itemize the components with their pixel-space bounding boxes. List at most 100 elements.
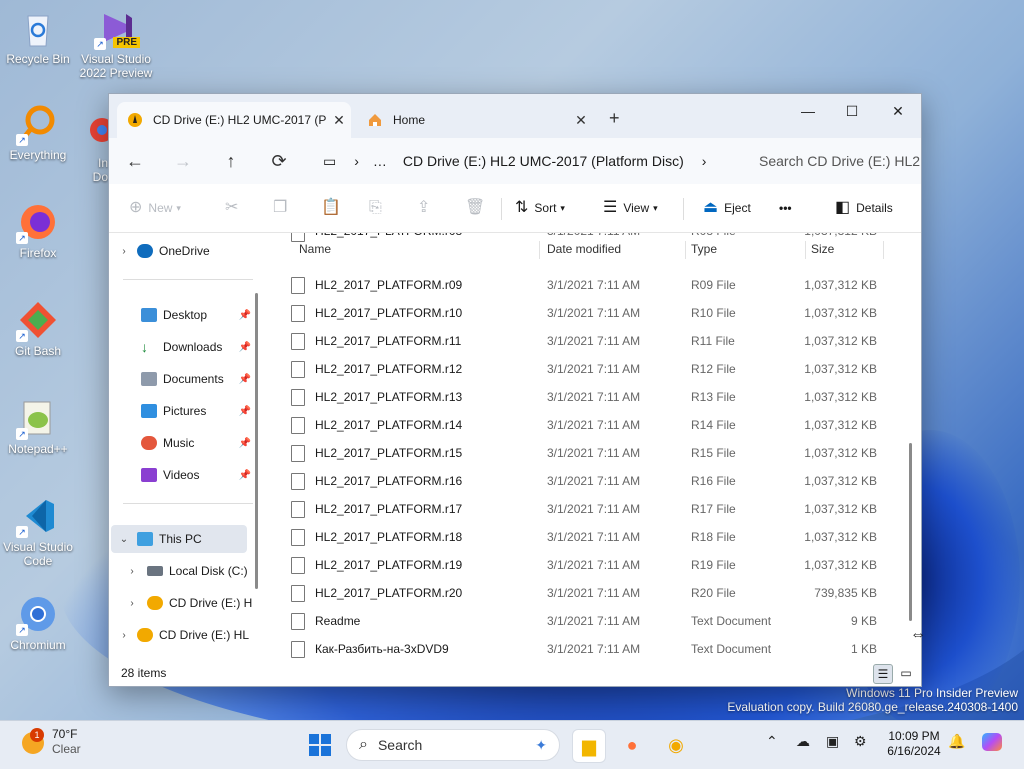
file-row[interactable]: HL2_2017_PLATFORM.r15 3/1/2021 7:11 AM R15… xyxy=(283,439,883,467)
hard-drive-icon xyxy=(147,566,163,576)
windows-logo-icon xyxy=(309,734,331,756)
nav-item-desktop[interactable]: Desktop 📌 xyxy=(109,301,257,329)
desktop-icon-vscode[interactable]: ↗ Visual Studio Code xyxy=(0,496,76,568)
shortcut-arrow-icon: ↗ xyxy=(16,330,28,342)
display-icon[interactable]: ▣ xyxy=(826,733,839,750)
file-row[interactable]: HL2_2017_PLATFORM.r10 3/1/2021 7:11 AM R10… xyxy=(283,299,883,327)
file-row[interactable]: HL2_2017_PLATFORM.r09 3/1/2021 7:11 AM R09… xyxy=(283,271,883,299)
minimize-button[interactable]: — xyxy=(785,98,831,124)
column-divider[interactable] xyxy=(883,241,884,259)
cd-autoplay-taskbar-button[interactable]: ◉ xyxy=(660,729,692,761)
copilot-icon[interactable] xyxy=(982,733,1002,754)
nav-item-music[interactable]: Music 📌 xyxy=(109,429,257,457)
share-button[interactable]: ⇪ xyxy=(417,196,436,220)
nav-item-onedrive[interactable]: › OneDrive xyxy=(109,237,257,265)
nav-item-cd-drive-root[interactable]: › CD Drive (E:) HL xyxy=(109,621,257,649)
desktop-icon-recycle-bin[interactable]: Recycle Bin xyxy=(0,8,76,66)
network-icon[interactable]: ☁ xyxy=(796,733,810,750)
tab-cd-drive[interactable]: CD Drive (E:) HL2 UMC-2017 (P ✕ xyxy=(117,102,351,138)
refresh-button[interactable]: ⟳ xyxy=(265,148,293,174)
up-button[interactable]: ↑ xyxy=(217,148,245,174)
file-row[interactable]: Как-Разбить-на-3xDVD9 3/1/2021 7:11 AM Tex… xyxy=(283,635,883,661)
taskbar-search[interactable]: ⌕ Search ✦ xyxy=(346,729,560,761)
chevron-right-icon[interactable]: › xyxy=(125,598,139,609)
file-row[interactable]: HL2_2017_PLATFORM.r14 3/1/2021 7:11 AM R14… xyxy=(283,411,883,439)
file-row[interactable]: HL2_2017_PLATFORM.r20 3/1/2021 7:11 AM R20… xyxy=(283,579,883,607)
back-button[interactable]: ← xyxy=(121,148,149,174)
desktop-icon-firefox[interactable]: ↗ Firefox xyxy=(0,202,76,260)
file-row[interactable]: HL2_2017_PLATFORM.r18 3/1/2021 7:11 AM R18… xyxy=(283,523,883,551)
desktop-icon-visual-studio[interactable]: PRE ↗ Visual Studio 2022 Preview xyxy=(78,8,154,80)
file-explorer-taskbar-button[interactable]: ▆ xyxy=(572,729,606,763)
file-row[interactable]: HL2_2017_PLATFORM.r11 3/1/2021 7:11 AM R11… xyxy=(283,327,883,355)
search-input[interactable]: Search CD Drive (E:) HL2 U xyxy=(729,147,921,175)
desktop-icon-notepadpp[interactable]: ↗ Notepad++ xyxy=(0,398,76,456)
desktop-icon-git-bash[interactable]: ↗ Git Bash xyxy=(0,300,76,358)
desktop-icon-partial[interactable]: In Do xyxy=(80,112,108,184)
file-row[interactable]: HL2_2017_PLATFORM.r16 3/1/2021 7:11 AM R16… xyxy=(283,467,883,495)
shortcut-arrow-icon: ↗ xyxy=(16,232,28,244)
chevron-right-icon[interactable]: › xyxy=(117,630,131,641)
file-row[interactable]: HL2_2017_PLATFORM.r19 3/1/2021 7:11 AM R19… xyxy=(283,551,883,579)
desktop-icon-everything[interactable]: ↗ Everything xyxy=(0,104,76,162)
maximize-button[interactable]: ☐ xyxy=(829,98,875,124)
file-name: HL2_2017_PLATFORM.r12 xyxy=(315,362,463,376)
nav-item-videos[interactable]: Videos 📌 xyxy=(109,461,257,489)
forward-button[interactable]: → xyxy=(169,148,197,174)
chevron-right-icon[interactable]: › xyxy=(702,153,707,169)
chevron-down-icon[interactable]: ⌄ xyxy=(117,534,131,545)
close-tab-icon[interactable]: ✕ xyxy=(327,112,351,129)
details-view-button[interactable]: ☰ xyxy=(873,664,893,684)
new-tab-button[interactable]: + xyxy=(609,108,620,129)
weather-widget[interactable]: 1 70°F Clear xyxy=(20,727,81,757)
details-pane-button[interactable]: ◧ Details xyxy=(835,196,893,220)
nav-item-this-pc[interactable]: ⌄ This PC xyxy=(111,525,247,553)
file-date: 3/1/2021 7:11 AM xyxy=(547,502,641,516)
sort-button[interactable]: ⇅ Sort ▾ xyxy=(515,196,565,220)
tab-home[interactable]: Home ✕ xyxy=(357,102,593,138)
paste-button[interactable]: 📋 xyxy=(321,196,347,220)
notification-bell-icon[interactable]: 🔔 xyxy=(948,733,965,750)
large-icons-view-button[interactable]: ▭ xyxy=(897,664,915,682)
clock[interactable]: 10:09 PM 6/16/2024 xyxy=(884,729,944,759)
file-row[interactable]: HL2_2017_PLATFORM.r08 3/1/2021 7:11 AM R08… xyxy=(283,233,883,247)
file-row[interactable]: HL2_2017_PLATFORM.r13 3/1/2021 7:11 AM R13… xyxy=(283,383,883,411)
desktop-icon-label: Firefox xyxy=(19,246,57,260)
volume-icon[interactable]: ⚙ xyxy=(854,733,867,750)
nav-item-documents[interactable]: Documents 📌 xyxy=(109,365,257,393)
desktop-icon-label: Visual Studio 2022 Preview xyxy=(79,52,153,80)
nav-item-downloads[interactable]: ↓ Downloads 📌 xyxy=(109,333,257,361)
chevron-right-icon[interactable]: › xyxy=(125,566,139,577)
eject-button[interactable]: ⏏ Eject xyxy=(703,196,751,220)
file-row[interactable]: Readme 3/1/2021 7:11 AM Text Document 9 KB xyxy=(283,607,883,635)
close-window-button[interactable]: ✕ xyxy=(875,98,921,124)
start-button[interactable] xyxy=(304,729,336,761)
file-list-scrollbar[interactable] xyxy=(909,443,912,621)
close-tab-icon[interactable]: ✕ xyxy=(569,112,593,129)
file-icon xyxy=(291,473,305,490)
breadcrumb[interactable]: ▭ › … CD Drive (E:) HL2 UMC-2017 (Platfo… xyxy=(315,147,719,175)
file-date: 3/1/2021 7:11 AM xyxy=(547,530,641,544)
nav-item-local-disk[interactable]: › Local Disk (C:) xyxy=(109,557,257,585)
firefox-taskbar-button[interactable]: ● xyxy=(616,729,648,761)
more-options-button[interactable]: ••• xyxy=(779,196,792,220)
new-button[interactable]: ⊕ New ▾ xyxy=(129,196,181,220)
copy-button[interactable]: ❐ xyxy=(273,196,293,220)
nav-item-cd-drive-child[interactable]: › CD Drive (E:) H xyxy=(109,589,257,617)
chevron-right-icon[interactable]: › xyxy=(117,246,131,257)
desktop-icon-chromium[interactable]: ↗ Chromium xyxy=(0,594,76,652)
tab-label: Home xyxy=(393,113,426,127)
file-row[interactable]: HL2_2017_PLATFORM.r17 3/1/2021 7:11 AM R17… xyxy=(283,495,883,523)
delete-button[interactable]: 🗑 xyxy=(465,196,491,220)
nav-item-pictures[interactable]: Pictures 📌 xyxy=(109,397,257,425)
more-path-icon[interactable]: … xyxy=(373,153,387,169)
file-row[interactable]: HL2_2017_PLATFORM.r12 3/1/2021 7:11 AM R12… xyxy=(283,355,883,383)
view-button[interactable]: ☰ View ▾ xyxy=(603,196,658,220)
rename-button[interactable]: ⎘ xyxy=(369,196,388,220)
breadcrumb-path[interactable]: CD Drive (E:) HL2 UMC-2017 (Platform Dis… xyxy=(403,153,684,169)
show-hidden-icons-button[interactable]: ⌃ xyxy=(766,733,778,750)
pin-icon: 📌 xyxy=(238,309,251,321)
cut-button[interactable]: ✂ xyxy=(225,196,244,220)
nav-scrollbar[interactable] xyxy=(255,293,258,589)
toolbar-divider xyxy=(501,198,502,220)
